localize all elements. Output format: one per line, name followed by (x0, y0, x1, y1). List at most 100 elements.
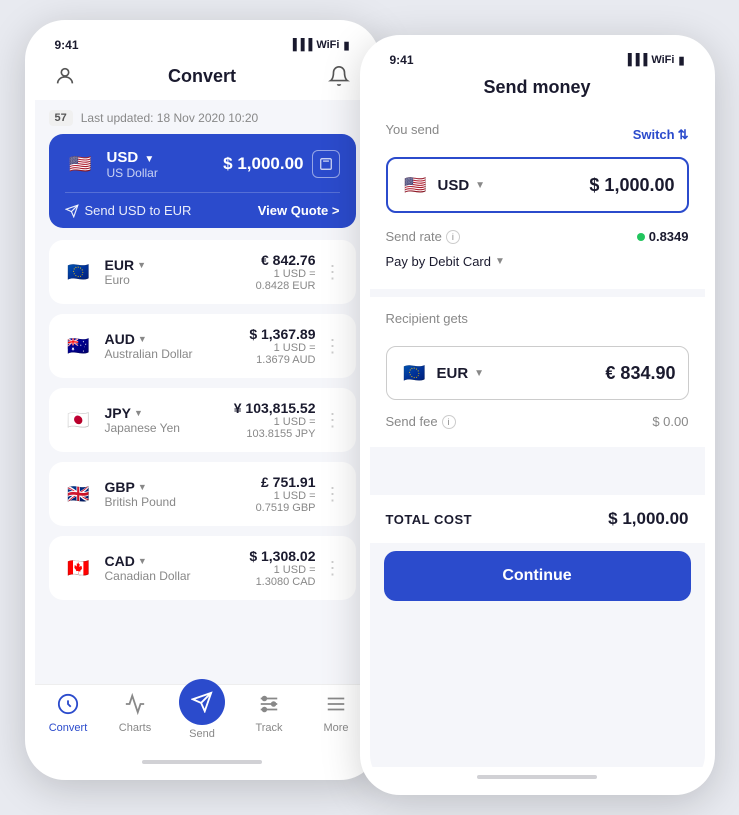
convert-icon (57, 693, 79, 719)
aud-code: AUD ▼ (105, 331, 193, 347)
status-bar-2: 9:41 ▐▐▐ WiFi ▮ (370, 45, 705, 71)
from-currency-input[interactable]: 🇺🇸 USD ▼ $ 1,000.00 (386, 157, 689, 213)
eur-menu-icon[interactable]: ⋮ (324, 263, 342, 281)
cad-code: CAD ▼ (105, 553, 191, 569)
calculator-icon[interactable] (312, 150, 340, 178)
nav-charts[interactable]: Charts (110, 693, 160, 740)
nav-header-1: Convert (35, 56, 370, 100)
total-cost-section: TOTAL COST $ 1,000.00 (370, 495, 705, 543)
track-label: Track (255, 722, 282, 734)
from-currency-code: USD (438, 177, 470, 194)
aud-flag: 🇦🇺 (63, 330, 95, 362)
nav-track[interactable]: Track (244, 693, 294, 740)
send-fee-row: Send fee i $ 0.00 (386, 410, 689, 433)
switch-button[interactable]: Switch ⇅ (633, 127, 689, 143)
status-icons-1: ▐▐▐ WiFi ▮ (289, 39, 350, 52)
pay-chevron-icon: ▼ (495, 256, 505, 267)
charts-label: Charts (119, 722, 151, 734)
content-2: You send Switch ⇅ 🇺🇸 USD ▼ $ 1,000.00 (370, 108, 705, 767)
from-flag: 🇺🇸 (400, 169, 432, 201)
from-chevron-icon: ▼ (475, 180, 485, 191)
main-currency-amount: $ 1,000.00 (223, 154, 303, 174)
send-rate-label: Send rate i (386, 229, 460, 244)
cad-rate: 1 USD =1.3080 CAD (249, 564, 315, 588)
gbp-flag: 🇬🇧 (63, 478, 95, 510)
track-icon (258, 693, 280, 719)
jpy-card[interactable]: 🇯🇵 JPY ▼ Japanese Yen ¥ 103,815.52 1 USD… (49, 388, 356, 452)
more-icon (325, 693, 347, 719)
gbp-menu-icon[interactable]: ⋮ (324, 485, 342, 503)
recipient-gets-label: Recipient gets (386, 311, 468, 326)
send-label: Send (189, 728, 215, 740)
to-currency-select[interactable]: 🇪🇺 EUR ▼ (399, 357, 485, 389)
battery-icon: ▮ (343, 39, 349, 52)
eur-amount: € 842.76 (256, 252, 316, 268)
cad-flag: 🇨🇦 (63, 552, 95, 584)
eur-code: EUR ▼ (105, 257, 146, 273)
nav-convert[interactable]: Convert (43, 693, 93, 740)
recipient-section: Recipient gets 🇪🇺 EUR ▼ € 834.90 Send fe… (370, 297, 705, 447)
cad-card[interactable]: 🇨🇦 CAD ▼ Canadian Dollar $ 1,308.02 1 US… (49, 536, 356, 600)
home-indicator-2 (477, 775, 597, 779)
fee-info-icon: i (442, 415, 456, 429)
send-fee-value: $ 0.00 (652, 414, 688, 429)
send-label-text: Send USD to EUR (85, 203, 192, 218)
status-bar-1: 9:41 ▐▐▐ WiFi ▮ (35, 30, 370, 56)
to-currency-input[interactable]: 🇪🇺 EUR ▼ € 834.90 (386, 346, 689, 400)
gbp-card[interactable]: 🇬🇧 GBP ▼ British Pound £ 751.91 1 USD =0… (49, 462, 356, 526)
cad-menu-icon[interactable]: ⋮ (324, 559, 342, 577)
bottom-nav-1: Convert Charts Send (35, 684, 370, 752)
gbp-amount: £ 751.91 (256, 474, 316, 490)
phone-2: 9:41 ▐▐▐ WiFi ▮ Send money You send Swit… (360, 35, 715, 795)
more-label: More (323, 722, 348, 734)
last-updated-bar: 57 Last updated: 18 Nov 2020 10:20 (49, 100, 356, 134)
continue-button[interactable]: Continue (384, 551, 691, 601)
main-currency-name: US Dollar (107, 166, 158, 180)
update-badge: 57 (49, 110, 73, 126)
jpy-flag: 🇯🇵 (63, 404, 95, 436)
send-row[interactable]: Send USD to EUR View Quote > (65, 192, 340, 228)
send-fee-label: Send fee i (386, 414, 456, 429)
home-indicator-1 (142, 760, 262, 764)
pay-method-row[interactable]: Pay by Debit Card ▼ (386, 248, 689, 275)
profile-icon[interactable] (51, 62, 79, 90)
send-circle-icon (179, 679, 225, 725)
send-rate-value: 0.8349 (637, 229, 689, 244)
you-send-section: You send Switch ⇅ 🇺🇸 USD ▼ $ 1,000.00 (370, 108, 705, 289)
nav-more[interactable]: More (311, 693, 361, 740)
eur-rate: 1 USD =0.8428 EUR (256, 268, 316, 292)
signal-icon-2: ▐▐▐ (624, 54, 647, 66)
status-time-1: 9:41 (55, 38, 79, 52)
aud-card[interactable]: 🇦🇺 AUD ▼ Australian Dollar $ 1,367.89 1 … (49, 314, 356, 378)
eur-card[interactable]: 🇪🇺 EUR ▼ Euro € 842.76 1 USD =0.8428 EUR… (49, 240, 356, 304)
wifi-icon: WiFi (316, 39, 339, 51)
send-rate-row: Send rate i 0.8349 (386, 223, 689, 248)
main-currency-card[interactable]: 🇺🇸 USD ▼ US Dollar $ 1,000.00 (49, 134, 356, 228)
from-currency-amount[interactable]: $ 1,000.00 (589, 175, 674, 196)
aud-amount: $ 1,367.89 (249, 326, 315, 342)
from-currency-select[interactable]: 🇺🇸 USD ▼ (400, 169, 486, 201)
total-cost-value: $ 1,000.00 (608, 509, 688, 529)
eur-flag: 🇪🇺 (63, 256, 95, 288)
gbp-name: British Pound (105, 495, 176, 509)
page-title-2: Send money (483, 77, 590, 98)
nav-header-2: Send money (370, 71, 705, 108)
gbp-rate: 1 USD =0.7519 GBP (256, 490, 316, 514)
bell-icon[interactable] (325, 62, 353, 90)
send-icon (65, 204, 79, 218)
nav-send[interactable]: Send (177, 693, 227, 740)
aud-menu-icon[interactable]: ⋮ (324, 337, 342, 355)
aud-name: Australian Dollar (105, 347, 193, 361)
view-quote-button[interactable]: View Quote > (258, 203, 340, 218)
convert-label: Convert (49, 722, 88, 734)
aud-rate: 1 USD =1.3679 AUD (249, 342, 315, 366)
page-title-1: Convert (168, 66, 236, 87)
jpy-menu-icon[interactable]: ⋮ (324, 411, 342, 429)
pay-method-label: Pay by Debit Card (386, 254, 492, 269)
phone-1: 9:41 ▐▐▐ WiFi ▮ Convert (25, 20, 380, 780)
status-time-2: 9:41 (390, 53, 414, 67)
jpy-rate: 1 USD =103.8155 JPY (234, 416, 316, 440)
total-cost-label: TOTAL COST (386, 512, 473, 527)
you-send-label: You send (386, 122, 440, 137)
to-currency-amount: € 834.90 (605, 363, 675, 384)
